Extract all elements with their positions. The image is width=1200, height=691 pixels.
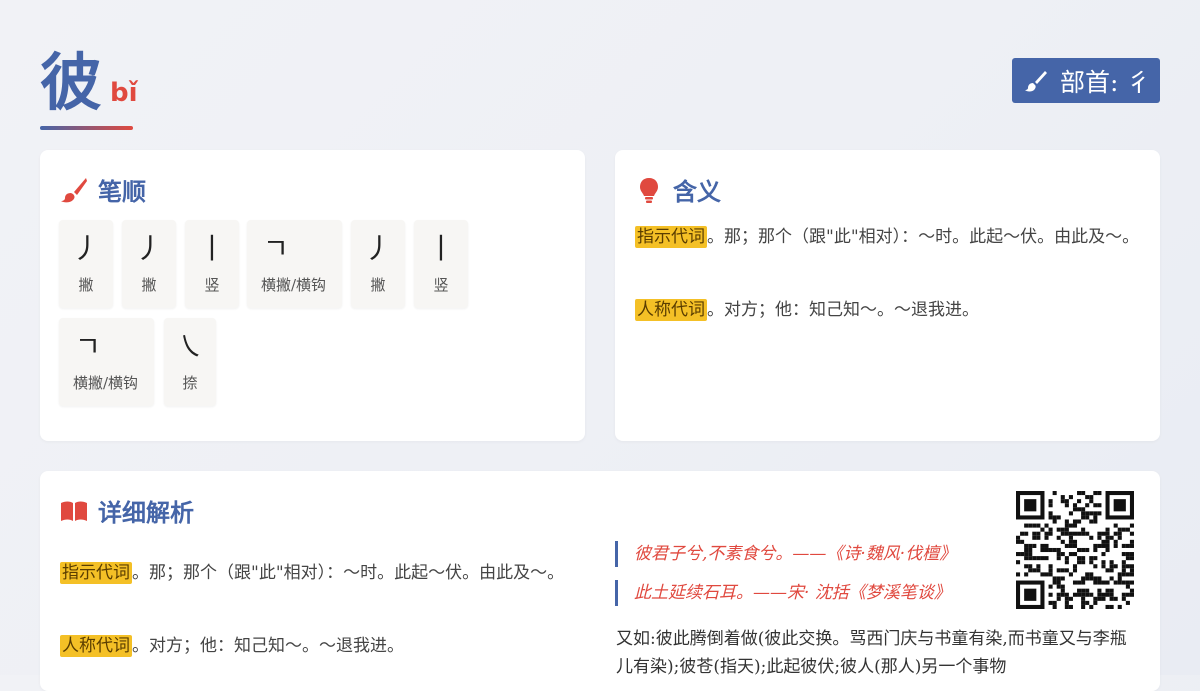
stroke-name: 撇 — [370, 276, 386, 294]
meaning-item: 指示代词 。那；那个（跟"此"相对）：～时。此起～伏。由此及～。 — [635, 223, 1140, 252]
classical-quote: 此土延续石耳。——宋· 沈括《梦溪笔谈》 — [615, 580, 951, 606]
stroke-item: ㄱ 横撇/横钩 — [59, 318, 154, 406]
stroke-name: 竖 — [204, 276, 220, 294]
stroke-name: 撇 — [78, 276, 94, 294]
detail-header: 详细解析 — [60, 493, 194, 528]
detail-item: 指示代词 。那；那个（跟"此"相对）：～时。此起～伏。由此及～。 — [60, 559, 565, 588]
stroke-glyph: ㄱ — [75, 330, 101, 363]
stroke-order-title: 笔顺 — [98, 177, 146, 206]
part-of-speech-tag: 人称代词 — [635, 299, 707, 321]
meaning-item: 人称代词 。对方；他：知己知～。～退我进。 — [635, 296, 1140, 325]
brush-icon — [1025, 70, 1047, 91]
detail-text: 。对方；他：知己知～。～退我进。 — [132, 636, 404, 656]
stroke-glyph: ㇏ — [175, 330, 204, 363]
book-icon — [61, 501, 87, 521]
title-underline — [40, 126, 133, 130]
stroke-name: 撇 — [141, 276, 157, 294]
stroke-name: 横撇/横钩 — [73, 374, 139, 392]
stroke-item: ㇏ 捺 — [164, 318, 216, 406]
classical-quote: 彼君子兮,不素食兮。——《诗·魏风·伐檀》 — [615, 541, 956, 567]
part-of-speech-tag: 指示代词 — [635, 226, 707, 248]
part-of-speech-tag: 指示代词 — [60, 562, 132, 584]
meaning-card: 含义 指示代词 。那；那个（跟"此"相对）：～时。此起～伏。由此及～。 人称代词。… — [615, 150, 1160, 441]
stroke-glyph: 丿 — [363, 232, 392, 265]
stroke-glyph: 丨 — [426, 232, 455, 265]
stroke-item: 丨 竖 — [414, 220, 468, 308]
stroke-order-card: 笔顺 丿 撇 丿 撇 丨 竖 ㄱ 横撇/横钩 丿 撇 丨 竖 ㄱ 横撇/横钩 ㇏… — [40, 150, 585, 441]
stroke-glyph: 丨 — [197, 232, 226, 265]
stroke-item: 丿 撇 — [59, 220, 113, 308]
stroke-item: 丿 撇 — [351, 220, 405, 308]
radical-label: 部首: 彳 — [1060, 67, 1152, 97]
usage-examples: 又如:彼此腾倒着做(彼此交换。骂西门庆与书童有染,而书童又与李瓶儿有染);彼苍(… — [616, 629, 1127, 677]
part-of-speech-tag: 人称代词 — [60, 635, 132, 657]
meaning-title: 含义 — [673, 177, 721, 206]
character-title: 彼 — [40, 46, 103, 119]
detail-item: 人称代词 。对方；他：知己知～。～退我进。 — [60, 632, 565, 661]
stroke-name: 横撇/横钩 — [261, 276, 327, 294]
detail-title: 详细解析 — [98, 498, 194, 527]
meaning-text: 。那；那个（跟"此"相对）：～时。此起～伏。由此及～。 — [707, 227, 1140, 247]
radical-badge: 部首: 彳 — [1012, 58, 1160, 103]
lightbulb-icon — [640, 177, 658, 203]
stroke-order-header: 笔顺 — [60, 172, 146, 207]
stroke-glyph: 丿 — [134, 232, 163, 265]
stroke-name: 竖 — [433, 276, 449, 294]
detail-card: 详细解析 指示代词 。那；那个（跟"此"相对）：～时。此起～伏。由此及～。 人称代… — [40, 471, 1160, 691]
meaning-text: 。对方；他：知己知～。～退我进。 — [707, 300, 979, 320]
stroke-item: 丿 撇 — [122, 220, 176, 308]
meaning-header: 含义 — [635, 172, 721, 207]
stroke-item: 丨 竖 — [185, 220, 239, 308]
detail-text: 。那；那个（跟"此"相对）：～时。此起～伏。由此及～。 — [132, 563, 565, 583]
stroke-glyph: ㄱ — [263, 232, 289, 265]
pinyin-label: bǐ — [110, 78, 138, 108]
stroke-name: 捺 — [182, 374, 198, 392]
qr-code — [1016, 491, 1134, 609]
stroke-item: ㄱ 横撇/横钩 — [247, 220, 342, 308]
paintbrush-icon — [61, 177, 87, 202]
stroke-glyph: 丿 — [71, 232, 100, 265]
